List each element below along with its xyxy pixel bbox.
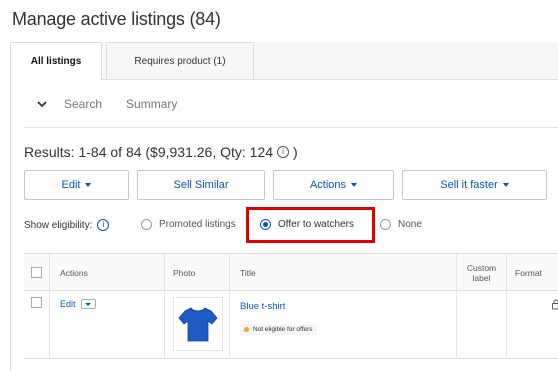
- info-icon[interactable]: i: [277, 146, 290, 158]
- sell-it-faster-label: Sell it faster: [440, 179, 498, 191]
- row-format-cell: [507, 291, 558, 359]
- radio-none[interactable]: None: [380, 219, 422, 230]
- select-all-checkbox[interactable]: [31, 267, 42, 278]
- status-badge-text: Not eligible for offers: [253, 326, 313, 333]
- edit-button-label: Edit: [61, 179, 81, 191]
- header-photo: Photo: [165, 254, 230, 291]
- eligibility-filter: Show eligibility: i: [24, 215, 110, 235]
- header-title[interactable]: Title: [230, 254, 457, 291]
- header-custom-label: Custom label: [457, 254, 507, 291]
- auction-icon: [552, 299, 558, 310]
- row-select-cell: [24, 291, 50, 359]
- header-title-label: Title: [240, 267, 256, 278]
- info-icon[interactable]: i: [97, 219, 110, 231]
- radio-promoted-listings[interactable]: Promoted listings: [141, 219, 236, 230]
- search-summary-toggle: Search Summary: [36, 97, 201, 111]
- header-select-cell: [24, 254, 50, 291]
- row-actions-cell: Edit: [50, 291, 165, 359]
- product-thumbnail[interactable]: [173, 297, 223, 351]
- radio-label: None: [398, 219, 422, 230]
- row-custom-label-cell: [457, 291, 507, 359]
- header-actions: Actions: [50, 254, 165, 291]
- highlight-box: [246, 207, 375, 243]
- results-close-paren: ): [293, 144, 298, 160]
- header-format: Format: [515, 267, 542, 278]
- search-toggle[interactable]: Search: [64, 97, 102, 111]
- radio-circle: [141, 219, 152, 230]
- table-header: Actions Photo Title Custom label Format: [24, 254, 558, 291]
- divider: [24, 127, 558, 128]
- results-text: Results: 1-84 of 84 ($9,931.26, Qty: 124: [24, 144, 274, 160]
- header-custom-label-line2: label: [472, 272, 491, 283]
- header-custom-label-line1: Custom: [466, 262, 497, 273]
- radio-circle: [380, 219, 391, 230]
- tab-requires-product[interactable]: Requires product (1): [106, 42, 254, 80]
- actions-button[interactable]: Actions: [273, 170, 394, 200]
- chevron-down-icon[interactable]: [36, 98, 48, 110]
- actions-button-label: Actions: [309, 179, 347, 191]
- summary-toggle[interactable]: Summary: [126, 97, 177, 111]
- caret-down-icon: [351, 183, 358, 187]
- sell-similar-button[interactable]: Sell Similar: [137, 170, 265, 200]
- tshirt-icon: [178, 307, 218, 342]
- page-title: Manage active listings (84): [12, 9, 221, 29]
- row-photo-cell: [165, 291, 230, 359]
- row-title-cell: Blue t-shirt Not eligible for offers: [230, 291, 457, 359]
- listings-table: Actions Photo Title Custom label Format …: [24, 253, 558, 371]
- row-edit-link[interactable]: Edit: [60, 299, 76, 309]
- caret-down-icon: [85, 302, 92, 306]
- row-edit-action: Edit: [60, 299, 96, 309]
- caret-down-icon: [85, 183, 92, 187]
- status-dot-icon: [244, 327, 249, 332]
- status-badge: Not eligible for offers: [240, 324, 317, 335]
- tab-all-listings[interactable]: All listings: [10, 42, 102, 81]
- eligibility-label: Show eligibility:: [24, 219, 93, 231]
- listing-title-link[interactable]: Blue t-shirt: [240, 301, 285, 312]
- radio-label: Promoted listings: [159, 219, 236, 230]
- caret-down-icon: [502, 183, 509, 187]
- edit-button[interactable]: Edit: [24, 170, 129, 200]
- sell-it-faster-button[interactable]: Sell it faster: [402, 170, 547, 200]
- row-edit-dropdown[interactable]: [80, 299, 96, 309]
- table-row: Edit Blue t-shirt Not eligible for offer…: [24, 291, 558, 359]
- results-summary: Results: 1-84 of 84 ($9,931.26, Qty: 124…: [24, 144, 298, 160]
- tab-bar: All listings Requires product (1): [10, 42, 558, 81]
- row-checkbox[interactable]: [31, 297, 42, 308]
- sell-similar-label: Sell Similar: [173, 179, 229, 191]
